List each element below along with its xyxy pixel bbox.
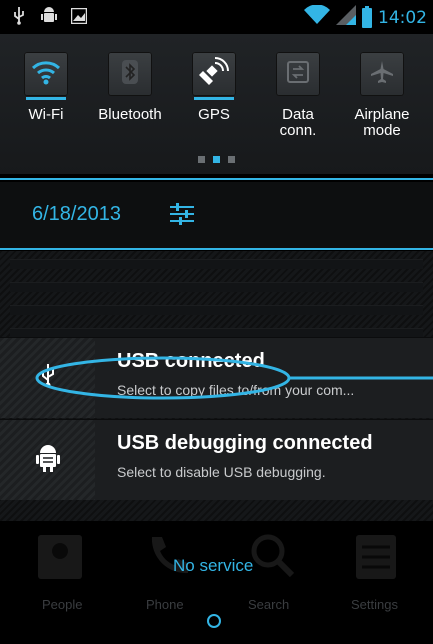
page-dot-active — [213, 156, 220, 163]
tile-airplane-mode-label: Airplane mode — [354, 106, 410, 139]
android-debug-icon — [35, 443, 61, 478]
clock: 14:02 — [378, 7, 427, 28]
tile-airplane-mode[interactable]: Airplane mode — [340, 52, 424, 139]
airplane-icon — [370, 60, 394, 89]
notification-text: Select to disable USB debugging. — [117, 464, 326, 480]
notification-title: USB debugging connected — [117, 432, 373, 454]
usb-icon — [10, 6, 28, 26]
page-dot — [228, 156, 235, 163]
tile-bluetooth-label: Bluetooth — [98, 106, 162, 123]
pull-handle[interactable] — [207, 614, 221, 628]
settings-app-icon[interactable] — [352, 531, 400, 581]
tile-gps[interactable]: GPS — [172, 52, 256, 123]
divider — [0, 248, 433, 250]
app-label-settings: Settings — [351, 597, 398, 612]
gps-icon — [199, 56, 229, 92]
bluetooth-icon — [121, 59, 139, 90]
status-bar: 14:02 — [0, 0, 433, 34]
home-area: People Phone Search Settings No service — [0, 521, 433, 644]
page-dot — [198, 156, 205, 163]
cell-signal-icon — [336, 5, 356, 30]
image-notification-icon — [70, 6, 88, 26]
tile-wifi-label: Wi-Fi — [28, 106, 64, 123]
tile-wifi[interactable]: Wi-Fi — [4, 52, 88, 123]
android-debug-icon — [40, 6, 58, 26]
highlight-callout — [35, 356, 433, 400]
search-app-icon[interactable] — [248, 531, 296, 581]
app-label-search: Search — [248, 597, 290, 612]
wifi-icon — [30, 58, 62, 91]
app-label-phone: Phone — [146, 597, 184, 612]
people-app-icon[interactable] — [36, 531, 84, 581]
divider — [0, 178, 433, 180]
tile-data-connection[interactable]: Data conn. — [256, 52, 340, 139]
notification-usb-debugging[interactable]: USB debugging connected Select to disabl… — [0, 419, 433, 500]
app-label-people: People — [42, 597, 83, 612]
tile-gps-label: GPS — [198, 106, 230, 123]
data-connection-icon — [287, 60, 309, 88]
carrier-status: No service — [173, 556, 254, 575]
battery-charging-icon — [362, 5, 372, 28]
wifi-signal-icon — [304, 4, 330, 30]
tile-bluetooth[interactable]: Bluetooth — [88, 52, 172, 123]
tile-data-connection-label: Data conn. — [279, 106, 317, 139]
settings-sliders-icon[interactable] — [170, 203, 194, 230]
date-label: 6/18/2013 — [32, 203, 121, 225]
date-row: 6/18/2013 — [0, 182, 433, 248]
quick-settings-panel: Wi-Fi Bluetooth GPS Data conn. Airplane … — [0, 34, 433, 174]
page-indicator — [198, 156, 235, 163]
